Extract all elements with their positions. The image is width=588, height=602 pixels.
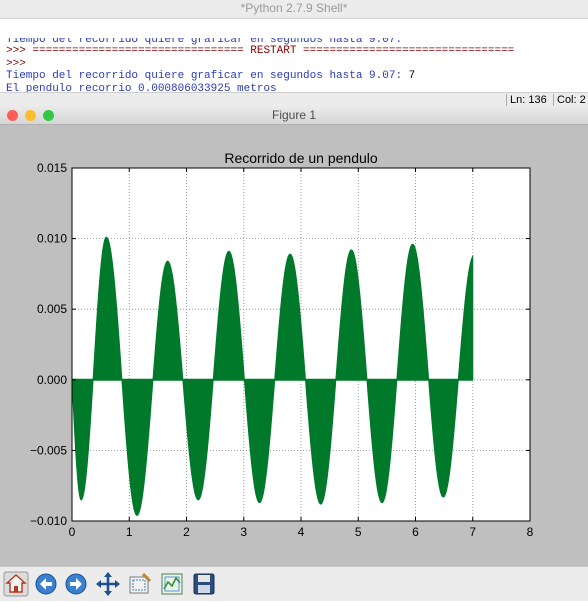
pan-icon (96, 572, 120, 596)
status-line-number: Ln: 136 (506, 94, 547, 106)
x-tick-label: 4 (298, 525, 305, 539)
zoom-rect-icon (129, 572, 152, 594)
subplots-button[interactable] (159, 571, 185, 597)
shell-line-restart: >>> ================================ RES… (6, 45, 515, 57)
shell-line-answer: 7 (408, 70, 416, 82)
back-button[interactable] (33, 571, 59, 597)
shell-line-question: Tiempo del recorrido quiere graficar en … (6, 70, 409, 82)
x-tick-label: 5 (355, 525, 362, 539)
x-tick-label: 0 (69, 525, 76, 539)
chart-title: Recorrido de un pendulo (224, 150, 378, 166)
figure-title-bar[interactable]: Figure 1 (0, 106, 588, 125)
y-tick-label: 0.015 (37, 161, 67, 175)
x-tick-label: 2 (183, 525, 190, 539)
status-column-number: Col: 2 (553, 94, 586, 106)
y-tick-label: −0.005 (30, 443, 67, 457)
shell-line-cut: Tiempo del recorrido quiere graficar en … (6, 38, 409, 45)
zoom-button[interactable] (127, 571, 153, 597)
save-button[interactable] (191, 571, 217, 597)
forward-arrow-icon (65, 573, 87, 595)
home-button[interactable] (3, 571, 29, 597)
x-tick-label: 3 (240, 525, 247, 539)
save-icon (193, 573, 215, 595)
x-tick-label: 7 (469, 525, 476, 539)
back-arrow-icon (35, 573, 57, 595)
subplots-icon (161, 573, 183, 595)
figure-toolbar (0, 566, 588, 601)
plot-canvas[interactable]: 0 1 2 3 4 5 6 7 8 −0.010 −0.005 0.000 0.005 0.010 0.01… (0, 125, 588, 566)
python-shell-window: *Python 2.7.9 Shell* Tiempo del recorrid… (0, 0, 588, 107)
y-tick-label: 0.005 (37, 302, 67, 316)
x-tick-label: 8 (527, 525, 534, 539)
y-tick-label: −0.010 (30, 514, 67, 528)
x-tick-label: 6 (412, 525, 419, 539)
home-icon (3, 571, 29, 597)
x-tick-label: 1 (126, 525, 133, 539)
shell-line-prompt: >>> (6, 57, 26, 70)
y-tick-label: 0.000 (37, 373, 67, 387)
figure-window: Figure 1 0 1 2 3 4 5 6 7 8 −0.010 −0.005 0.000 0.005… (0, 106, 588, 601)
y-tick-label: 0.010 (37, 232, 67, 246)
figure-window-title: Figure 1 (271, 108, 317, 122)
pan-button[interactable] (95, 571, 121, 597)
forward-button[interactable] (63, 571, 89, 597)
shell-status-bar: Ln: 136 Col: 2 (0, 92, 588, 107)
